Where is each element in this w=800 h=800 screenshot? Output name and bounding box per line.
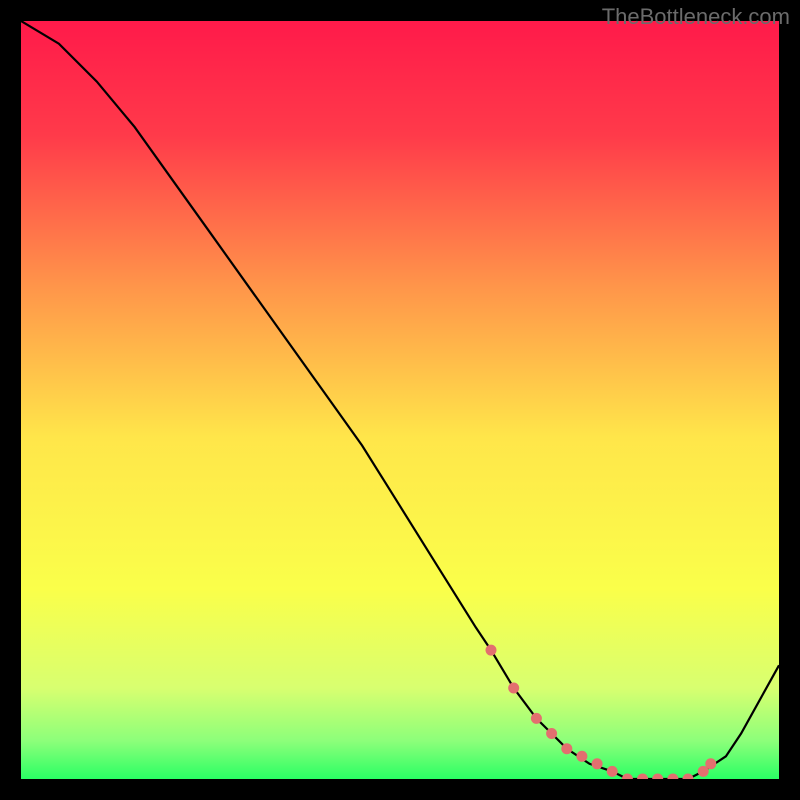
- marker-point: [637, 774, 648, 780]
- marker-point: [531, 713, 542, 724]
- marker-point: [592, 758, 603, 769]
- plot-area: [21, 21, 779, 779]
- marker-point: [508, 683, 519, 694]
- markers-group: [486, 645, 717, 779]
- marker-point: [576, 751, 587, 762]
- marker-point: [667, 774, 678, 780]
- marker-point: [652, 774, 663, 780]
- marker-point: [607, 766, 618, 777]
- marker-point: [486, 645, 497, 656]
- marker-point: [705, 758, 716, 769]
- bottleneck-curve: [21, 21, 779, 779]
- marker-point: [546, 728, 557, 739]
- attribution-text: TheBottleneck.com: [602, 4, 790, 30]
- marker-point: [622, 774, 633, 780]
- marker-point: [683, 774, 694, 780]
- chart-svg: [21, 21, 779, 779]
- marker-point: [561, 743, 572, 754]
